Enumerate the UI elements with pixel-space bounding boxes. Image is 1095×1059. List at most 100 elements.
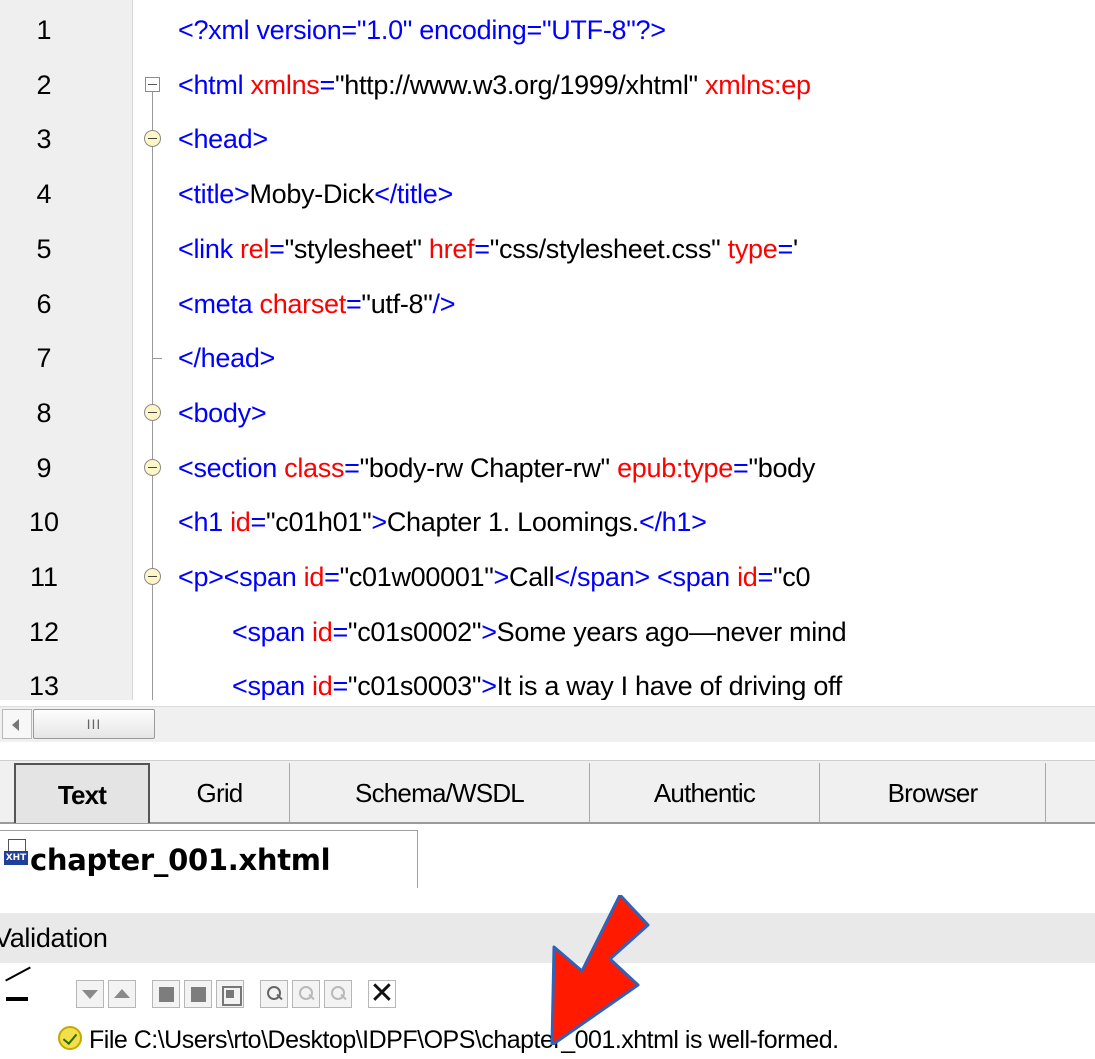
tab-schema-wsdl[interactable]: Schema/WSDL xyxy=(290,763,590,823)
fold-toggle-icon[interactable] xyxy=(144,458,161,476)
code-token: = xyxy=(777,233,794,264)
horizontal-scrollbar[interactable]: III xyxy=(0,706,1095,742)
fold-toggle-icon[interactable] xyxy=(144,403,161,421)
fold-toggle-icon[interactable] xyxy=(144,568,161,585)
code-token: "c01s0002" xyxy=(347,616,482,647)
scroll-left-arrow-icon[interactable] xyxy=(2,709,32,739)
clear-close-icon[interactable]: ✕ xyxy=(368,979,396,1009)
line-number-gutter: 1234567891011121314 xyxy=(0,0,133,700)
code-line[interactable]: <p><span id="c01w00001">Call</span> <spa… xyxy=(178,560,810,594)
scrollbar-thumb[interactable]: III xyxy=(33,709,155,739)
code-line[interactable]: <body> xyxy=(178,396,267,430)
code-editor[interactable]: 1234567891011121314 <?xml version="1.0" … xyxy=(0,0,1095,700)
copy-to-clipboard-icon[interactable] xyxy=(216,980,244,1008)
line-number: 8 xyxy=(36,397,52,428)
code-token: id xyxy=(303,562,325,592)
code-token: = xyxy=(324,562,340,592)
code-line[interactable]: <?xml version="1.0" encoding="UTF-8"?> xyxy=(178,13,666,47)
code-line[interactable]: <title>Moby-Dick</title> xyxy=(178,177,453,211)
code-token: </head> xyxy=(178,343,276,374)
code-token: Call xyxy=(509,562,555,592)
view-tab-bar: Text Grid Schema/WSDL Authentic Browser xyxy=(0,760,1095,824)
copy-all-messages-icon[interactable] xyxy=(184,980,212,1008)
fold-guide-line xyxy=(152,80,153,700)
previous-error-icon[interactable] xyxy=(108,980,136,1008)
code-line[interactable]: <h1 id="c01h01">Chapter 1. Loomings.</h1… xyxy=(178,505,707,539)
code-token: id xyxy=(312,616,333,647)
code-token: "utf-8" xyxy=(361,288,433,319)
code-token: <title> xyxy=(178,179,250,210)
code-token: xmlns:ep xyxy=(705,69,811,100)
code-token: <html xyxy=(178,69,251,100)
code-line[interactable]: <span id="c01s0002">Some years ago—never… xyxy=(232,615,847,649)
document-tab[interactable]: XHT chapter_001.xhtml xyxy=(0,830,418,888)
code-token: xmlns xyxy=(250,69,320,100)
code-token: ' xyxy=(792,233,798,264)
code-token: "css/stylesheet.css" xyxy=(489,233,721,264)
code-line[interactable]: <meta charset="utf-8"/> xyxy=(178,287,455,321)
red-annotation-arrow xyxy=(550,895,650,1045)
code-token: epub:type xyxy=(617,452,733,483)
code-token: <span xyxy=(232,671,313,700)
code-line[interactable]: <html xmlns="http://www.w3.org/1999/xhtm… xyxy=(178,68,811,102)
xhtml-file-icon: XHT xyxy=(4,839,28,869)
line-number: 11 xyxy=(29,562,59,592)
document-tab-label: chapter_001.xhtml xyxy=(30,843,331,877)
line-number: 3 xyxy=(36,124,52,155)
line-number: 12 xyxy=(28,616,60,647)
tab-grid[interactable]: Grid xyxy=(150,763,290,823)
code-line[interactable]: <span id="c01s0003">It is a way I have o… xyxy=(232,669,842,700)
code-token: <section xyxy=(178,452,285,483)
find-next-icon[interactable] xyxy=(292,980,320,1008)
code-token: <h1 xyxy=(178,507,231,538)
code-token: Some years ago—never mind xyxy=(496,616,847,647)
line-number: 5 xyxy=(36,233,52,264)
tab-browser[interactable]: Browser xyxy=(820,763,1046,823)
code-token: /> xyxy=(432,288,456,319)
fold-toggle-icon[interactable] xyxy=(145,76,160,92)
code-token: <body> xyxy=(178,397,267,428)
copy-message-icon[interactable] xyxy=(152,980,180,1008)
line-number: 4 xyxy=(36,179,52,210)
code-token: id xyxy=(737,562,758,592)
code-token: <span xyxy=(232,616,313,647)
fold-toggle-icon[interactable] xyxy=(144,130,161,148)
code-token: > xyxy=(481,671,497,700)
code-line[interactable]: <section class="body-rw Chapter-rw" epub… xyxy=(178,451,815,485)
tab-authentic[interactable]: Authentic xyxy=(590,763,820,823)
find-icon[interactable] xyxy=(260,980,288,1008)
code-token: > xyxy=(371,507,387,538)
fold-end-marker xyxy=(152,358,162,360)
code-line[interactable]: <head> xyxy=(178,122,268,156)
code-line[interactable]: <link rel="stylesheet" href="css/stylesh… xyxy=(178,232,798,266)
code-token: <meta xyxy=(178,288,260,319)
code-token: = xyxy=(269,233,285,264)
code-token: charset xyxy=(259,288,347,319)
code-token: <?xml version="1.0" encoding="UTF-8"?> xyxy=(178,15,666,45)
code-token: class xyxy=(284,452,345,483)
code-token: Chapter 1. Loomings. xyxy=(386,507,639,538)
code-token: "c0 xyxy=(772,562,811,592)
code-token: > xyxy=(481,616,497,647)
ok-check-icon xyxy=(58,1026,82,1050)
code-token: "c01s0003" xyxy=(347,671,482,700)
code-token: rel xyxy=(239,233,270,264)
line-number: 7 xyxy=(36,343,52,374)
code-token: = xyxy=(332,616,348,647)
code-token: </h1> xyxy=(638,507,707,538)
line-number: 13 xyxy=(28,671,60,700)
next-error-icon[interactable] xyxy=(76,980,104,1008)
find-previous-icon[interactable] xyxy=(324,980,352,1008)
code-token: id xyxy=(230,507,251,538)
code-token: </title> xyxy=(374,179,453,210)
tab-text[interactable]: Text xyxy=(14,763,150,823)
line-number: 9 xyxy=(36,452,52,483)
code-line[interactable]: </head> xyxy=(178,341,275,375)
code-token: "body-rw Chapter-rw" xyxy=(359,452,611,483)
code-token: </span> xyxy=(554,562,650,592)
code-token: = xyxy=(332,671,348,700)
code-token: It is a way I have of driving off xyxy=(496,671,843,700)
